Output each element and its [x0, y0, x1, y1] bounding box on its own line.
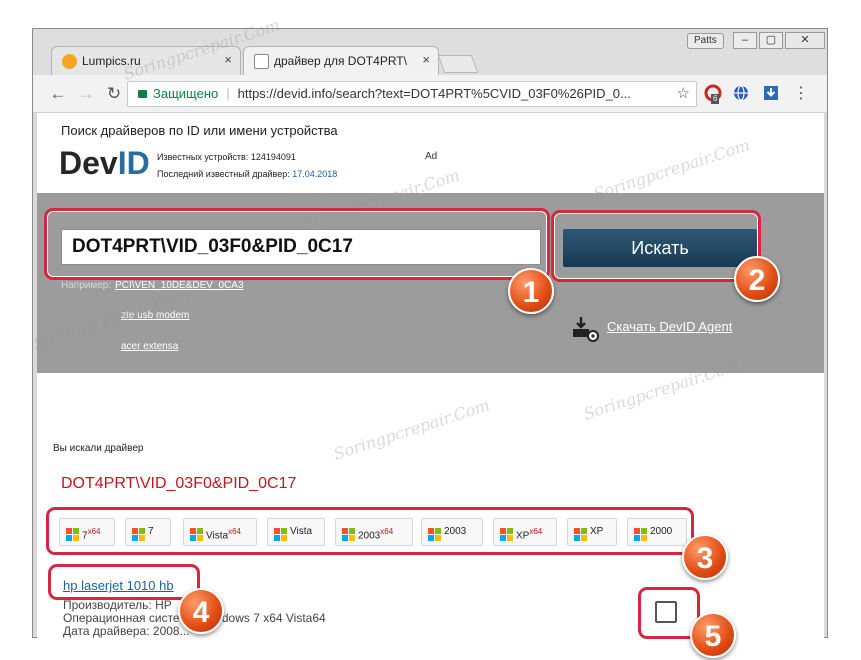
suggestion-link[interactable]: acer extensa: [121, 341, 178, 352]
tab-devid[interactable]: драйвер для DOT4PRT\ ×: [243, 46, 439, 75]
lock-icon: [138, 90, 147, 98]
forward-arrow-icon[interactable]: →: [75, 83, 97, 105]
tab-title: драйвер для DOT4PRT\: [274, 54, 407, 68]
new-tab-button[interactable]: [437, 55, 479, 73]
step-marker-3: 3: [682, 534, 728, 580]
devid-logo[interactable]: DevID: [59, 145, 150, 182]
menu-dots-icon[interactable]: ⋮: [791, 84, 811, 104]
known-devices-label: Известных устройств:: [157, 152, 249, 162]
extension-badge: 6: [711, 94, 720, 104]
vpn-globe-icon[interactable]: [731, 84, 751, 104]
last-driver-label: Последний известный драйвер:: [157, 169, 290, 179]
agent-download-icon[interactable]: [571, 315, 599, 343]
download-agent-link[interactable]: Скачать DevID Agent: [607, 319, 732, 334]
highlight-search-input: [44, 208, 550, 280]
searched-label: Вы искали драйвер: [53, 443, 144, 454]
close-window-button[interactable]: ✕: [785, 32, 825, 49]
logo-dev: Dev: [59, 145, 118, 181]
address-bar[interactable]: Защищено | https://devid.info/search?text=…: [127, 81, 697, 107]
step-marker-5: 5: [690, 612, 736, 658]
highlight-search-button: [551, 210, 761, 282]
url-text: https://devid.info/search?text=DOT4PRT%5…: [237, 86, 631, 101]
page-favicon-icon: [254, 54, 269, 69]
profile-button[interactable]: Patts: [687, 33, 724, 49]
maximize-button[interactable]: ▢: [759, 32, 783, 49]
known-devices-value: 124194091: [250, 152, 296, 162]
tab-close-icon[interactable]: ×: [224, 52, 232, 67]
tab-close-icon[interactable]: ×: [422, 52, 430, 67]
reload-icon[interactable]: ↻: [103, 83, 125, 105]
step-marker-1: 1: [508, 268, 554, 314]
minimize-button[interactable]: –: [733, 32, 757, 49]
site-tagline: Поиск драйверов по ID или имени устройст…: [61, 123, 338, 138]
highlight-driver-link: [48, 564, 200, 600]
bookmark-star-icon[interactable]: ☆: [677, 82, 690, 106]
back-arrow-icon[interactable]: ←: [47, 83, 69, 105]
example-label: Например:: [61, 280, 112, 291]
step-marker-4: 4: [178, 588, 224, 634]
lumpics-favicon-icon: [62, 54, 77, 69]
search-example: Например: PCI\VEN_10DE&DEV_0CA3: [61, 280, 244, 291]
logo-id: ID: [117, 145, 150, 181]
highlight-os-row: [46, 507, 694, 555]
result-title: DOT4PRT\VID_03F0&PID_0C17: [61, 475, 297, 492]
opera-extension-icon[interactable]: 6: [703, 84, 723, 104]
last-driver-line: Последний известный драйвер: 17.04.2018: [157, 166, 337, 183]
ad-label: Ad: [425, 151, 438, 162]
known-devices-line: Известных устройств: 124194091: [157, 149, 337, 166]
download-extension-icon[interactable]: [761, 84, 781, 104]
last-driver-date[interactable]: 17.04.2018: [292, 169, 337, 179]
site-stats: Известных устройств: 124194091 Последний…: [157, 149, 337, 183]
browser-toolbar: ← → ↻ Защищено | https://devid.info/search…: [33, 75, 827, 113]
secure-label: Защищено: [153, 86, 219, 101]
divider: |: [226, 86, 230, 101]
step-marker-2: 2: [734, 256, 780, 302]
